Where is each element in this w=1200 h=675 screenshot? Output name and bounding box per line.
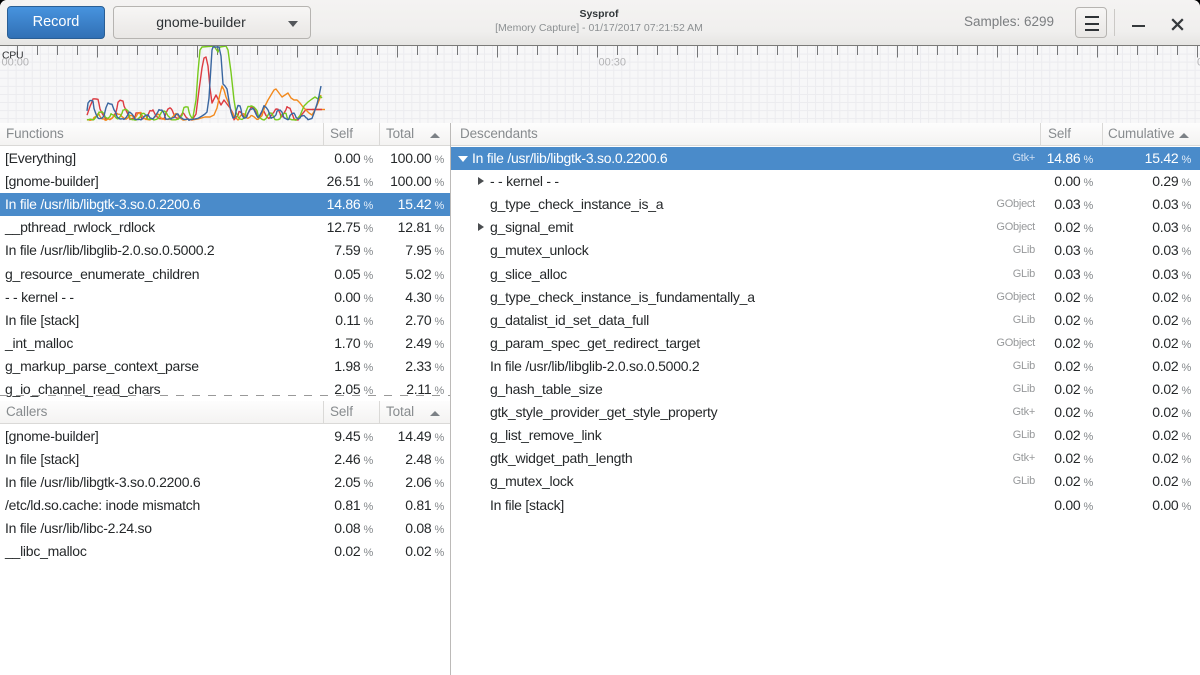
- svg-text:00:00: 00:00: [2, 57, 30, 69]
- svg-text:00:30: 00:30: [599, 57, 627, 69]
